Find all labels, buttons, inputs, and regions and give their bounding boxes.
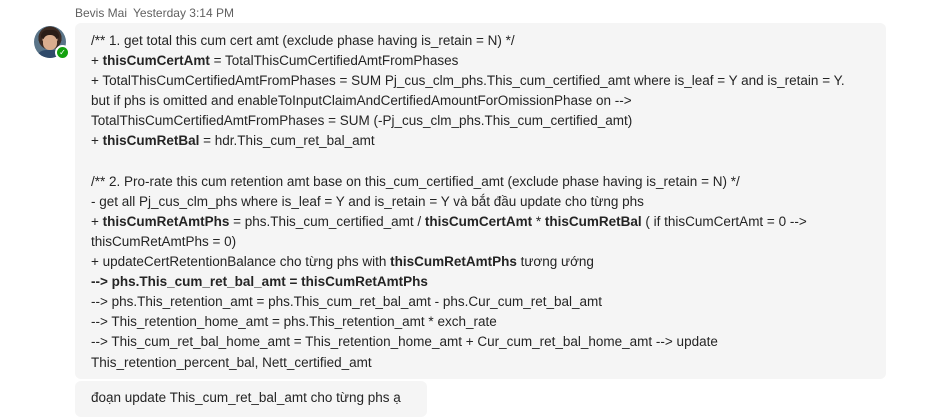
- message-line: --> phs.This_cum_ret_bal_amt = thisCumRe…: [91, 272, 870, 292]
- message-bubble[interactable]: /** 1. get total this cum cert amt (excl…: [75, 23, 886, 379]
- bold-text: thisCumCertAmt: [102, 53, 210, 69]
- message-line: + thisCumCertAmt = TotalThisCumCertified…: [91, 51, 870, 71]
- message-line: + updateCertRetentionBalance cho từng ph…: [91, 252, 870, 272]
- message-line: but if phs is omitted and enableToInputC…: [91, 91, 870, 111]
- message-line: - get all Pj_cus_clm_phs where is_leaf =…: [91, 192, 870, 212]
- message-line: --> phs.This_retention_amt = phs.This_cu…: [91, 292, 870, 312]
- message-text: tương ướng: [516, 254, 594, 270]
- message-text: = TotalThisCumCertifiedAmtFromPhases: [209, 53, 459, 69]
- message-text: TotalThisCumCertifiedAmtFromPhases = SUM…: [91, 113, 633, 129]
- message-text: - get all Pj_cus_clm_phs where is_leaf =…: [91, 193, 644, 209]
- message-text: thisCumRetAmtPhs = 0): [91, 233, 237, 249]
- message-header: Bevis Mai Yesterday 3:14 PM: [75, 6, 234, 20]
- message-text: This_retention_percent_bal, Nett_certifi…: [91, 354, 372, 370]
- message-line: + TotalThisCumCertifiedAmtFromPhases = S…: [91, 71, 870, 91]
- bold-text: thisCumRetBal: [544, 213, 642, 229]
- bold-text: thisCumCertAmt: [424, 213, 533, 229]
- message-line: [91, 152, 870, 172]
- reply-message-text: đoạn update This_cum_ret_bal_amt cho từn…: [91, 390, 401, 405]
- message-timestamp: Yesterday 3:14 PM: [133, 6, 234, 20]
- presence-available-icon: ✓: [55, 45, 70, 60]
- bold-text: thisCumRetAmtPhs: [390, 254, 517, 270]
- bold-text: --> phs.This_cum_ret_bal_amt = thisCumRe…: [91, 274, 428, 290]
- sender-name[interactable]: Bevis Mai: [75, 6, 127, 20]
- message-line: thisCumRetAmtPhs = 0): [91, 232, 870, 252]
- message-line: /** 2. Pro-rate this cum retention amt b…: [91, 172, 870, 192]
- bold-text: thisCumRetBal: [102, 133, 200, 149]
- message-text: --> This_retention_home_amt = phs.This_r…: [91, 314, 497, 330]
- message-text: ( if thisCumCertAmt = 0 -->: [641, 213, 807, 229]
- message-line: + thisCumRetBal = hdr.This_cum_ret_bal_a…: [91, 131, 870, 151]
- message-text: /** 2. Pro-rate this cum retention amt b…: [91, 173, 740, 189]
- message-text: --> phs.This_retention_amt = phs.This_cu…: [91, 294, 602, 310]
- message-line: --> This_cum_ret_bal_home_amt = This_ret…: [91, 332, 870, 352]
- message-line: + thisCumRetAmtPhs = phs.This_cum_certif…: [91, 212, 870, 232]
- message-text: = phs.This_cum_certified_amt /: [229, 213, 425, 229]
- message-text: +: [91, 133, 103, 149]
- message-line: --> This_retention_home_amt = phs.This_r…: [91, 312, 870, 332]
- message-text: +: [91, 53, 103, 69]
- message-line: /** 1. get total this cum cert amt (excl…: [91, 31, 870, 51]
- message-text: = hdr.This_cum_ret_bal_amt: [199, 133, 375, 149]
- message-text: *: [532, 213, 545, 229]
- message-line: This_retention_percent_bal, Nett_certifi…: [91, 353, 870, 373]
- message-text: but if phs is omitted and enableToInputC…: [91, 93, 632, 109]
- message-line: TotalThisCumCertifiedAmtFromPhases = SUM…: [91, 111, 870, 131]
- message-text: + updateCertRetentionBalance cho từng ph…: [91, 254, 391, 270]
- message-text: + TotalThisCumCertifiedAmtFromPhases = S…: [91, 73, 845, 89]
- message-text: +: [91, 213, 103, 229]
- message-text: --> This_cum_ret_bal_home_amt = This_ret…: [91, 334, 718, 350]
- message-text: /** 1. get total this cum cert amt (excl…: [91, 33, 515, 48]
- bold-text: thisCumRetAmtPhs: [102, 213, 230, 229]
